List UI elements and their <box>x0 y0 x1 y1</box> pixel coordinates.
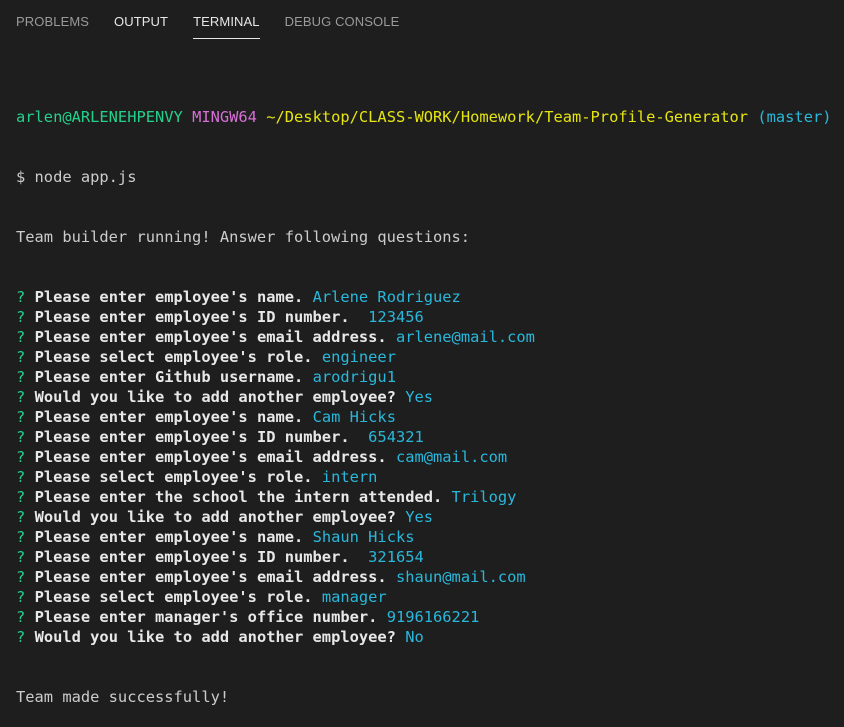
question-mark-icon: ? <box>16 288 26 306</box>
question-mark-icon: ? <box>16 508 26 526</box>
question-line: ? Please enter Github username. arodrigu… <box>16 367 844 387</box>
question-mark-icon: ? <box>16 348 26 366</box>
question-mark-icon: ? <box>16 368 26 386</box>
answer-text: No <box>405 628 424 646</box>
question-mark-icon: ? <box>16 448 26 466</box>
answer-text: Shaun Hicks <box>312 528 415 546</box>
question-mark-icon: ? <box>16 308 26 326</box>
prompt-user: arlen@ARLENEHPENVY <box>16 108 183 126</box>
question-line: ? Please enter employee's email address.… <box>16 327 844 347</box>
question-text: Please select employee's role. <box>34 588 313 606</box>
tab-debug-console[interactable]: DEBUG CONSOLE <box>285 0 400 39</box>
answer-text: Yes <box>405 508 434 526</box>
question-text: Would you like to add another employee? <box>34 388 396 406</box>
prompt-path: ~/Desktop/CLASS-WORK/Homework/Team-Profi… <box>266 108 749 126</box>
prompt-shell: MINGW64 <box>192 108 257 126</box>
question-mark-icon: ? <box>16 468 26 486</box>
question-text: Please enter the school the intern atten… <box>34 488 443 506</box>
command-line: $ node app.js <box>16 168 137 186</box>
qa-list: ? Please enter employee's name. Arlene R… <box>16 287 844 647</box>
answer-text: Yes <box>405 388 434 406</box>
question-mark-icon: ? <box>16 528 26 546</box>
tab-output[interactable]: OUTPUT <box>114 0 168 39</box>
panel-tab-bar: PROBLEMS OUTPUT TERMINAL DEBUG CONSOLE <box>0 0 844 40</box>
question-text: Please select employee's role. <box>34 468 313 486</box>
answer-text: 654321 <box>358 428 424 446</box>
question-mark-icon: ? <box>16 408 26 426</box>
answer-text: 123456 <box>358 308 424 326</box>
question-mark-icon: ? <box>16 588 26 606</box>
question-line: ? Please select employee's role. manager <box>16 587 844 607</box>
question-text: Please enter employee's ID number. <box>34 308 350 326</box>
question-text: Please enter employee's email address. <box>34 328 387 346</box>
final-line: Team made successfully! <box>16 688 230 706</box>
question-mark-icon: ? <box>16 328 26 346</box>
tab-problems[interactable]: PROBLEMS <box>16 0 89 39</box>
question-mark-icon: ? <box>16 608 26 626</box>
question-mark-icon: ? <box>16 388 26 406</box>
question-line: ? Please enter employee's name. Shaun Hi… <box>16 527 844 547</box>
question-line: ? Please select employee's role. enginee… <box>16 347 844 367</box>
question-line: ? Please select employee's role. intern <box>16 467 844 487</box>
answer-text: arodrigu1 <box>312 368 396 386</box>
question-line: ? Would you like to add another employee… <box>16 387 844 407</box>
answer-text: Cam Hicks <box>312 408 396 426</box>
question-line: ? Please enter employee's ID number. 321… <box>16 547 844 567</box>
answer-text: shaun@mail.com <box>395 568 526 586</box>
prompt-branch: (master) <box>757 108 832 126</box>
question-text: Please enter employee's ID number. <box>34 428 350 446</box>
answer-text: arlene@mail.com <box>395 328 535 346</box>
question-text: Would you like to add another employee? <box>34 628 396 646</box>
question-text: Would you like to add another employee? <box>34 508 396 526</box>
terminal-output[interactable]: arlen@ARLENEHPENVY MINGW64 ~/Desktop/CLA… <box>16 67 844 727</box>
question-line: ? Please enter employee's name. Arlene R… <box>16 287 844 307</box>
question-mark-icon: ? <box>16 548 26 566</box>
question-text: Please enter manager's office number. <box>34 608 378 626</box>
question-line: ? Would you like to add another employee… <box>16 507 844 527</box>
question-line: ? Please enter employee's email address.… <box>16 567 844 587</box>
prompt-line: arlen@ARLENEHPENVY MINGW64 ~/Desktop/CLA… <box>16 107 844 127</box>
question-line: ? Please enter employee's ID number. 123… <box>16 307 844 327</box>
question-mark-icon: ? <box>16 488 26 506</box>
question-text: Please enter employee's email address. <box>34 568 387 586</box>
question-text: Please enter employee's name. <box>34 528 304 546</box>
answer-text: Arlene Rodriguez <box>312 288 461 306</box>
question-text: Please enter employee's name. <box>34 288 304 306</box>
question-text: Please enter Github username. <box>34 368 304 386</box>
question-line: ? Please enter manager's office number. … <box>16 607 844 627</box>
answer-text: cam@mail.com <box>395 448 508 466</box>
question-mark-icon: ? <box>16 428 26 446</box>
question-line: ? Please enter employee's ID number. 654… <box>16 427 844 447</box>
answer-text: intern <box>321 468 378 486</box>
intro-line: Team builder running! Answer following q… <box>16 228 471 246</box>
question-text: Please enter employee's ID number. <box>34 548 350 566</box>
answer-text: 321654 <box>358 548 424 566</box>
question-text: Please select employee's role. <box>34 348 313 366</box>
question-mark-icon: ? <box>16 628 26 646</box>
question-text: Please enter employee's email address. <box>34 448 387 466</box>
question-line: ? Please enter employee's email address.… <box>16 447 844 467</box>
question-text: Please enter employee's name. <box>34 408 304 426</box>
answer-text: engineer <box>321 348 396 366</box>
question-line: ? Please enter employee's name. Cam Hick… <box>16 407 844 427</box>
tab-terminal[interactable]: TERMINAL <box>193 0 260 39</box>
question-line: ? Please enter the school the intern att… <box>16 487 844 507</box>
answer-text: Trilogy <box>451 488 517 506</box>
answer-text: 9196166221 <box>386 608 480 626</box>
answer-text: manager <box>321 588 387 606</box>
question-line: ? Would you like to add another employee… <box>16 627 844 647</box>
question-mark-icon: ? <box>16 568 26 586</box>
